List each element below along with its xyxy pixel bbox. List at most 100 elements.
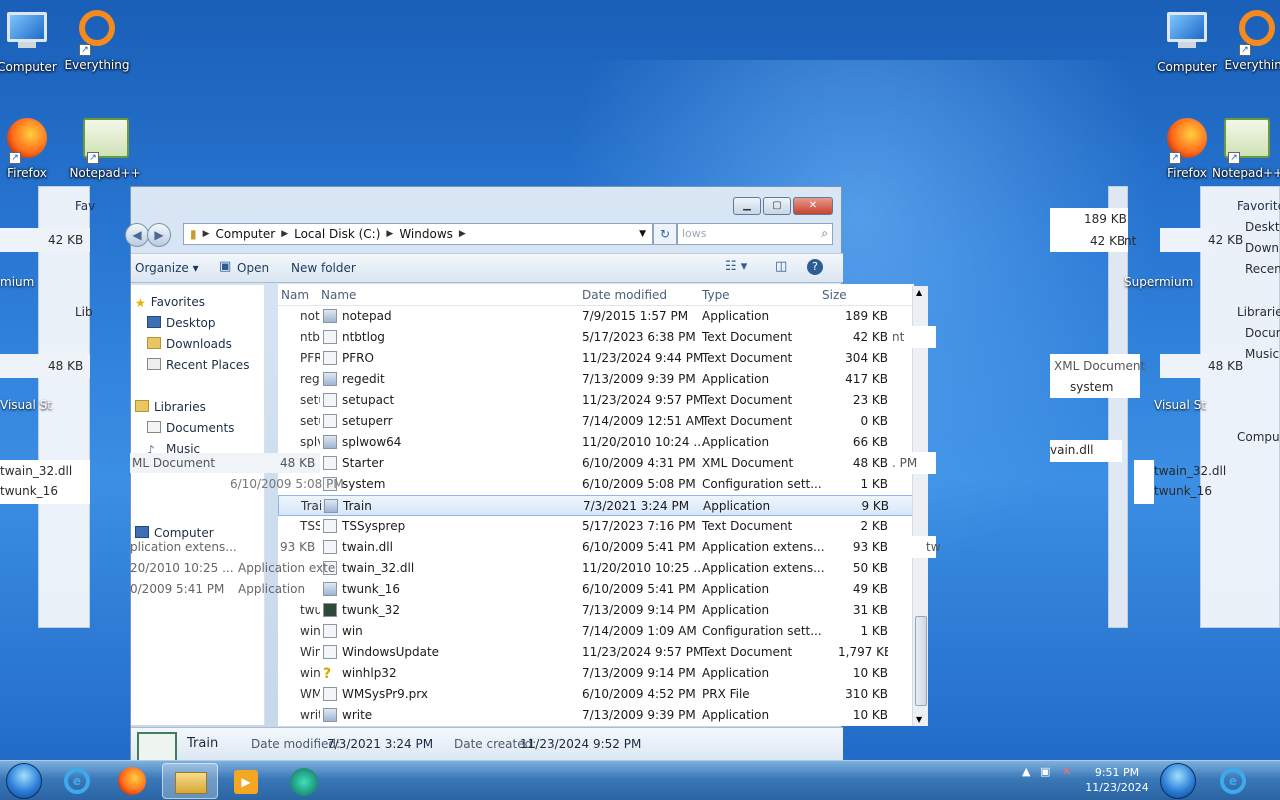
computer-icon bbox=[135, 526, 149, 538]
file-row[interactable]: winh? winhlp32 7/13/2009 9:14 PM Applicatio… bbox=[278, 663, 928, 684]
internet-explorer-icon: e bbox=[64, 768, 90, 794]
file-row[interactable]: write write 7/13/2009 9:39 PM Application 10… bbox=[278, 705, 928, 726]
file-row[interactable]: win win 7/14/2009 1:09 AM Configuration set… bbox=[278, 621, 928, 642]
file-row[interactable]: twunk_16 6/10/2009 5:41 PM Application 49 K… bbox=[278, 579, 928, 600]
nav-documents[interactable]: Documents bbox=[147, 421, 234, 435]
taskbar-ie[interactable]: e bbox=[50, 763, 106, 799]
application-icon bbox=[324, 499, 338, 513]
file-size: 0 KB bbox=[860, 414, 888, 428]
file-row[interactable]: WMS WMSysPr9.prx 6/10/2009 4:52 PM PRX File… bbox=[278, 684, 928, 705]
start-button-right[interactable] bbox=[1160, 763, 1196, 799]
desktop-icon-computer-right[interactable]: Computer bbox=[1152, 8, 1222, 74]
desktop-icon-firefox[interactable]: ↗ Firefox bbox=[0, 116, 62, 180]
file-date: 7/13/2009 9:39 PM bbox=[582, 372, 696, 386]
file-name: WindowsUpdate bbox=[342, 645, 440, 659]
refresh-button[interactable]: ↻ bbox=[653, 223, 677, 245]
desktop-icon-everything[interactable]: ↗ Everything bbox=[62, 8, 132, 72]
everything-icon bbox=[1239, 10, 1275, 46]
file-row[interactable]: TSS TSSysprep 5/17/2023 7:16 PM Text Docume… bbox=[278, 516, 928, 537]
file-row[interactable]: Winc WindowsUpdate 11/23/2024 9:57 PMText … bbox=[278, 642, 928, 663]
desktop-icon-notepadpp[interactable]: ↗ Notepad++ bbox=[62, 116, 148, 180]
nav-libraries[interactable]: Libraries bbox=[135, 400, 206, 414]
document-icon bbox=[323, 414, 337, 428]
scroll-up-icon[interactable]: ▲ bbox=[916, 288, 922, 297]
application-icon bbox=[323, 435, 337, 449]
file-ghost-name: WMS bbox=[300, 687, 320, 701]
file-row[interactable]: splv splwow64 11/20/2010 10:24 ...Applicat… bbox=[278, 432, 928, 453]
taskbar-media[interactable]: ▶ bbox=[218, 763, 274, 799]
breadcrumb-local-disk[interactable]: Local Disk (C:) bbox=[288, 227, 386, 241]
file-row[interactable]: setu setuperr 7/14/2009 12:51 AMText Docum… bbox=[278, 411, 928, 432]
file-row[interactable]: setu setupact 11/23/2024 9:57 PMText Docum… bbox=[278, 390, 928, 411]
column-name[interactable]: Name bbox=[321, 288, 356, 302]
minimize-button[interactable]: ▁ bbox=[733, 197, 761, 215]
title-buttons: ▁ ▢ ✕ bbox=[733, 197, 833, 215]
organize-button[interactable]: Organize ▾ bbox=[135, 261, 199, 275]
address-bar[interactable]: ▮ ▶ Computer ▶ Local Disk (C:) ▶ Windows… bbox=[183, 223, 653, 245]
volume-muted-icon[interactable]: ✕ bbox=[1062, 765, 1071, 778]
file-name: twain_32.dll bbox=[342, 561, 415, 575]
file-row[interactable]: twain.dll 6/10/2009 5:41 PM Application ex… bbox=[278, 537, 928, 558]
recent-places-icon bbox=[147, 358, 161, 370]
file-row[interactable]: rege regedit 7/13/2009 9:39 PM Application 4… bbox=[278, 369, 928, 390]
nav-computer[interactable]: Computer bbox=[135, 526, 214, 540]
network-icon[interactable]: ▣ bbox=[1040, 765, 1050, 778]
nav-recent[interactable]: Recent Places bbox=[147, 358, 249, 372]
file-date: 7/13/2009 9:14 PM bbox=[582, 603, 696, 617]
desktop-icon-computer[interactable]: Computer bbox=[0, 8, 62, 74]
file-date: 6/10/2009 5:41 PM bbox=[582, 582, 696, 596]
preview-pane-icon[interactable]: ◫ bbox=[775, 259, 787, 274]
search-input[interactable]: lows ⌕ bbox=[677, 223, 833, 245]
help-icon[interactable]: ? bbox=[807, 259, 823, 275]
taskbar-app[interactable] bbox=[276, 763, 332, 799]
breadcrumb-computer[interactable]: Computer bbox=[210, 227, 282, 241]
column-type[interactable]: Type bbox=[702, 288, 730, 302]
details-date-modified: 7/3/2021 3:24 PM bbox=[327, 737, 434, 751]
nav-favorites[interactable]: ★ Favorites bbox=[135, 295, 205, 310]
taskbar-explorer[interactable] bbox=[162, 763, 218, 799]
start-button[interactable] bbox=[6, 763, 42, 799]
new-folder-button[interactable]: New folder bbox=[291, 261, 356, 275]
column-name-ghost: Nam bbox=[281, 288, 310, 302]
maximize-button[interactable]: ▢ bbox=[763, 197, 791, 215]
taskbar-firefox[interactable] bbox=[104, 763, 160, 799]
close-button[interactable]: ✕ bbox=[793, 197, 833, 215]
show-hidden-icons[interactable]: ▲ bbox=[1022, 765, 1030, 778]
file-row[interactable]: ntbt ntbtlog 5/17/2023 6:38 PM Text Documen… bbox=[278, 327, 928, 348]
scrollbar-thumb[interactable] bbox=[915, 616, 927, 706]
document-icon bbox=[323, 456, 337, 470]
nav-downloads[interactable]: Downloads bbox=[147, 337, 232, 351]
file-name: Starter bbox=[342, 456, 384, 470]
navigation-pane: ★ Favorites Desktop Downloads Recent Plac… bbox=[131, 285, 265, 725]
open-button[interactable]: Open bbox=[237, 261, 269, 275]
breadcrumb-windows[interactable]: Windows bbox=[393, 227, 459, 241]
forward-button[interactable]: ▶ bbox=[147, 223, 171, 247]
desktop-icon-everything-right[interactable]: ↗ Everything bbox=[1222, 8, 1280, 72]
file-date: 7/9/2015 1:57 PM bbox=[582, 309, 689, 323]
system-clock[interactable]: 9:51 PM 11/23/2024 bbox=[1082, 765, 1152, 795]
file-row[interactable]: Train Train 7/3/2021 3:24 PM Application 9 K… bbox=[278, 495, 928, 516]
file-row[interactable]: twun twunk_32 7/13/2009 9:14 PM Application… bbox=[278, 600, 928, 621]
desktop-icon-notepadpp-right[interactable]: ↗ Notepad++ bbox=[1212, 116, 1280, 180]
file-list-scrollbar[interactable]: ▲ ▼ bbox=[912, 286, 928, 726]
column-size[interactable]: Size bbox=[822, 288, 847, 302]
file-name: win bbox=[342, 624, 363, 638]
back-button[interactable]: ◀ bbox=[125, 223, 149, 247]
file-type: Text Document bbox=[702, 645, 793, 659]
file-name: twunk_16 bbox=[342, 582, 400, 596]
scroll-down-icon[interactable]: ▼ bbox=[916, 715, 922, 724]
view-options-icon[interactable]: ☷ ▾ bbox=[725, 259, 747, 274]
column-date[interactable]: Date modified bbox=[582, 288, 667, 302]
address-dropdown-icon[interactable]: ▼ bbox=[639, 229, 652, 239]
file-row[interactable]: Starter 6/10/2009 4:31 PM XML Document 48 K… bbox=[278, 453, 928, 474]
file-row[interactable]: PFR PFRO 11/23/2024 9:44 PM Text Document 30… bbox=[278, 348, 928, 369]
file-ghost-name: Train bbox=[301, 499, 321, 513]
file-row[interactable]: note notepad 7/9/2015 1:57 PM Application 18… bbox=[278, 306, 928, 327]
taskbar-ie-right[interactable]: e bbox=[1206, 763, 1262, 799]
file-row[interactable]: twain_32.dll 11/20/2010 10:25 ... Applicat… bbox=[278, 558, 928, 579]
file-name: regedit bbox=[342, 372, 385, 386]
nav-desktop[interactable]: Desktop bbox=[147, 316, 216, 330]
file-size: 10 KB bbox=[852, 708, 888, 722]
file-row[interactable]: system 6/10/2009 5:08 PM Configuration set… bbox=[278, 474, 928, 495]
file-name: TSSysprep bbox=[342, 519, 406, 533]
